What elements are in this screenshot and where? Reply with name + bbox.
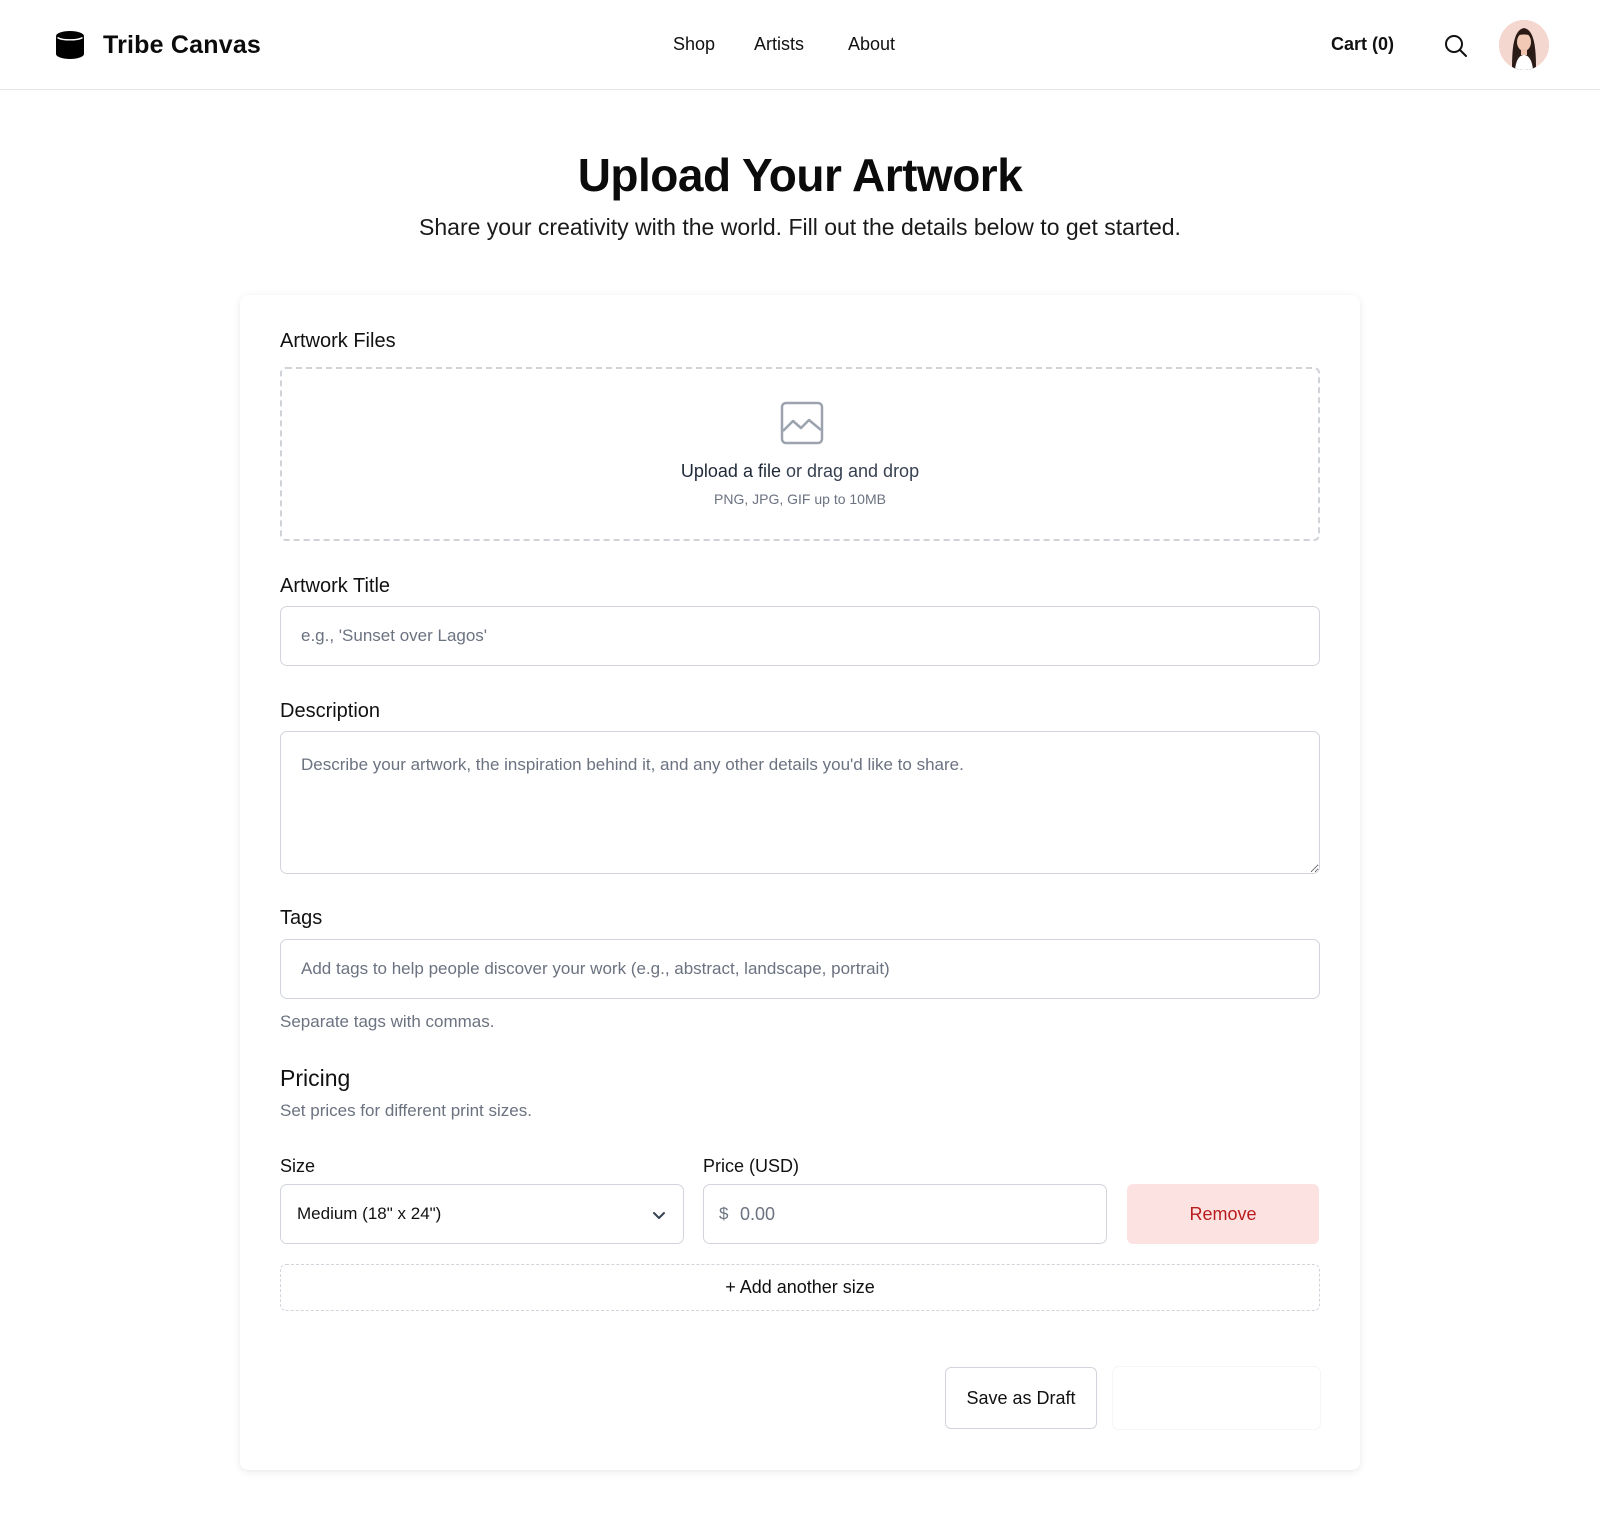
pricing-heading: Pricing: [280, 1065, 351, 1091]
brand[interactable]: Tribe Canvas: [54, 28, 261, 62]
add-size-button[interactable]: + Add another size: [280, 1264, 1320, 1311]
submit-button[interactable]: [1113, 1367, 1320, 1429]
nav-artists[interactable]: Artists: [754, 34, 804, 55]
size-label: Size: [280, 1156, 316, 1176]
tags-label: Tags: [280, 907, 323, 929]
avatar-portrait-icon: [1499, 20, 1549, 70]
size-select[interactable]: Medium (18" x 24"): [280, 1184, 684, 1244]
upload-file-link[interactable]: Upload a file: [681, 461, 781, 481]
description-textarea[interactable]: [280, 731, 1320, 874]
save-draft-button[interactable]: Save as Draft: [945, 1367, 1097, 1429]
cart-link[interactable]: Cart (0): [1331, 34, 1394, 55]
page-subtitle: Share your creativity with the world. Fi…: [419, 214, 1181, 240]
brand-name: Tribe Canvas: [103, 30, 262, 59]
currency-prefix: $: [719, 1204, 729, 1223]
artwork-title-label: Artwork Title: [280, 575, 391, 597]
user-avatar[interactable]: [1499, 20, 1549, 70]
tags-input[interactable]: [280, 939, 1320, 999]
price-label: Price (USD): [703, 1156, 800, 1176]
description-label: Description: [280, 700, 381, 722]
size-select-value: Medium (18" x 24"): [297, 1204, 442, 1223]
image-icon: [780, 401, 824, 445]
pricing-subheading: Set prices for different print sizes.: [280, 1101, 532, 1120]
nav-about[interactable]: About: [848, 34, 895, 55]
file-types-hint: PNG, JPG, GIF up to 10MB: [714, 491, 886, 507]
price-field: $: [703, 1184, 1107, 1244]
top-navbar: Tribe Canvas Shop Artists About Cart (0): [0, 0, 1600, 90]
drag-drop-text: or drag and drop: [780, 461, 920, 481]
chevron-down-icon: [653, 1212, 665, 1219]
price-input[interactable]: [740, 1195, 1090, 1233]
logo-icon: [56, 31, 84, 59]
dropzone-text: Upload a file or drag and drop: [282, 461, 1318, 482]
artwork-title-input[interactable]: [280, 606, 1320, 666]
tags-help-text: Separate tags with commas.: [280, 1012, 495, 1031]
search-icon[interactable]: [1443, 33, 1469, 59]
nav-shop[interactable]: Shop: [673, 34, 715, 55]
artwork-files-label: Artwork Files: [280, 330, 396, 352]
page-title: Upload Your Artwork: [577, 149, 1023, 201]
remove-size-button[interactable]: Remove: [1127, 1184, 1319, 1244]
file-dropzone[interactable]: Upload a file or drag and drop PNG, JPG,…: [280, 367, 1320, 541]
